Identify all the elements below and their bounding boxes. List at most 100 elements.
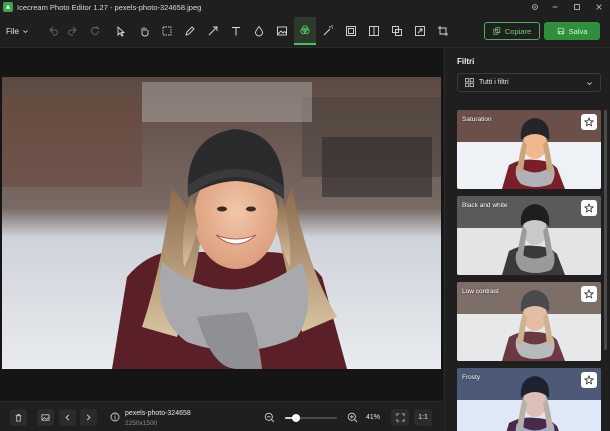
canvas-area[interactable] (0, 48, 443, 401)
copy-icon (493, 27, 501, 35)
copy-label: Copiare (504, 26, 532, 36)
text-tool[interactable] (227, 22, 245, 40)
resize-icon (415, 26, 425, 36)
pen-tool[interactable] (181, 22, 199, 40)
close-icon (596, 4, 602, 10)
filter-card-saturation[interactable]: Saturation (457, 110, 601, 189)
fit-screen-icon (395, 413, 405, 422)
picture-frame-icon (346, 26, 356, 36)
favorite-button[interactable] (581, 200, 597, 216)
maximize-icon (574, 4, 580, 10)
pen-icon (185, 26, 195, 36)
blur-drop-icon (255, 25, 263, 37)
chevron-left-icon (65, 414, 70, 421)
panel-title: Filtri (457, 57, 475, 66)
grid-icon (465, 78, 474, 87)
save-label: Salva (568, 26, 588, 36)
close-button[interactable] (588, 0, 610, 14)
text-icon (232, 27, 240, 36)
select-tool[interactable] (112, 22, 130, 40)
minimize-button[interactable] (544, 0, 566, 14)
file-dimensions: 2250x1500 (125, 420, 158, 427)
window-title: Icecream Photo Editor 1.27 - pexels-phot… (17, 2, 202, 12)
magic-wand-tool[interactable] (319, 22, 337, 40)
crop-select-icon (162, 26, 172, 36)
favorite-button[interactable] (581, 114, 597, 130)
photo-canvas[interactable] (2, 77, 441, 369)
filter-name: Black and white (462, 202, 508, 209)
blur-tool[interactable] (250, 22, 268, 40)
star-icon (584, 375, 594, 385)
save-button[interactable]: Salva (544, 22, 600, 40)
app-logo-icon (3, 2, 13, 12)
hand-tool[interactable] (135, 22, 153, 40)
zoom-in-icon[interactable] (347, 412, 358, 423)
bottom-bar: pexels-photo-324658 2250x1500 41% 1:1 (0, 401, 443, 431)
star-icon (584, 289, 594, 299)
zoom-out-icon[interactable] (264, 412, 275, 423)
file-menu-label: File (6, 26, 19, 36)
arrow-icon (208, 26, 218, 36)
photo-image (2, 77, 441, 369)
frame-tool[interactable] (342, 22, 360, 40)
filter-card-low-contrast[interactable]: Low contrast (457, 282, 601, 361)
maximize-button[interactable] (566, 0, 588, 14)
next-button[interactable] (80, 409, 97, 426)
favorite-button[interactable] (581, 372, 597, 388)
toolbar: File Copiare Salva (0, 14, 610, 48)
redo-icon (68, 26, 77, 36)
filter-name: Low contrast (462, 288, 499, 295)
split-icon (369, 26, 379, 36)
image-icon (277, 26, 287, 36)
filters-panel: Filtri Tutti i filtri Saturation Black a… (444, 48, 610, 431)
layers-icon (392, 26, 402, 36)
arrow-tool[interactable] (204, 22, 222, 40)
previous-button[interactable] (59, 409, 76, 426)
filter-card-black-and-white[interactable]: Black and white (457, 196, 601, 275)
redo-button[interactable] (64, 22, 82, 40)
layers-tool[interactable] (388, 22, 406, 40)
fit-to-screen-button[interactable] (391, 409, 409, 426)
copy-button[interactable]: Copiare (484, 22, 540, 40)
file-name: pexels-photo-324658 (125, 410, 191, 417)
reset-button[interactable] (86, 22, 104, 40)
crop-tool[interactable] (434, 22, 452, 40)
zoom-slider-thumb[interactable] (291, 414, 300, 422)
trash-icon (15, 413, 22, 422)
filter-category-label: Tutti i filtri (479, 79, 509, 86)
resize-tool[interactable] (411, 22, 429, 40)
filter-name: Frosty (462, 374, 481, 381)
settings-button[interactable] (524, 0, 546, 14)
filters-tool[interactable] (294, 17, 316, 45)
gear-icon (532, 4, 538, 10)
crop-icon (438, 26, 448, 36)
minimize-icon (552, 6, 558, 8)
chevron-down-icon (587, 82, 592, 86)
file-menu[interactable]: File (6, 23, 29, 39)
filter-category-dropdown[interactable]: Tutti i filtri (457, 73, 601, 92)
reset-icon (91, 26, 100, 35)
chevron-right-icon (86, 414, 91, 421)
zoom-slider[interactable] (285, 414, 337, 422)
undo-button[interactable] (44, 22, 62, 40)
filter-card-frosty[interactable]: Frosty (457, 368, 601, 431)
gallery-icon (41, 414, 50, 421)
filters-icon (300, 25, 310, 35)
undo-icon (49, 26, 58, 36)
actual-size-button[interactable]: 1:1 (414, 409, 432, 426)
select-icon (117, 25, 126, 37)
delete-button[interactable] (10, 409, 27, 426)
star-icon (584, 117, 594, 127)
split-tool[interactable] (365, 22, 383, 40)
rect-select-tool[interactable] (158, 22, 176, 40)
favorite-button[interactable] (581, 286, 597, 302)
hand-icon (141, 27, 149, 37)
image-tool[interactable] (273, 22, 291, 40)
info-icon (110, 412, 120, 422)
filter-name: Saturation (462, 116, 492, 123)
star-icon (584, 203, 594, 213)
panel-scrollbar[interactable] (604, 110, 607, 350)
magic-wand-icon (323, 25, 333, 36)
gallery-button[interactable] (37, 409, 54, 426)
zoom-level: 41% (366, 414, 381, 421)
